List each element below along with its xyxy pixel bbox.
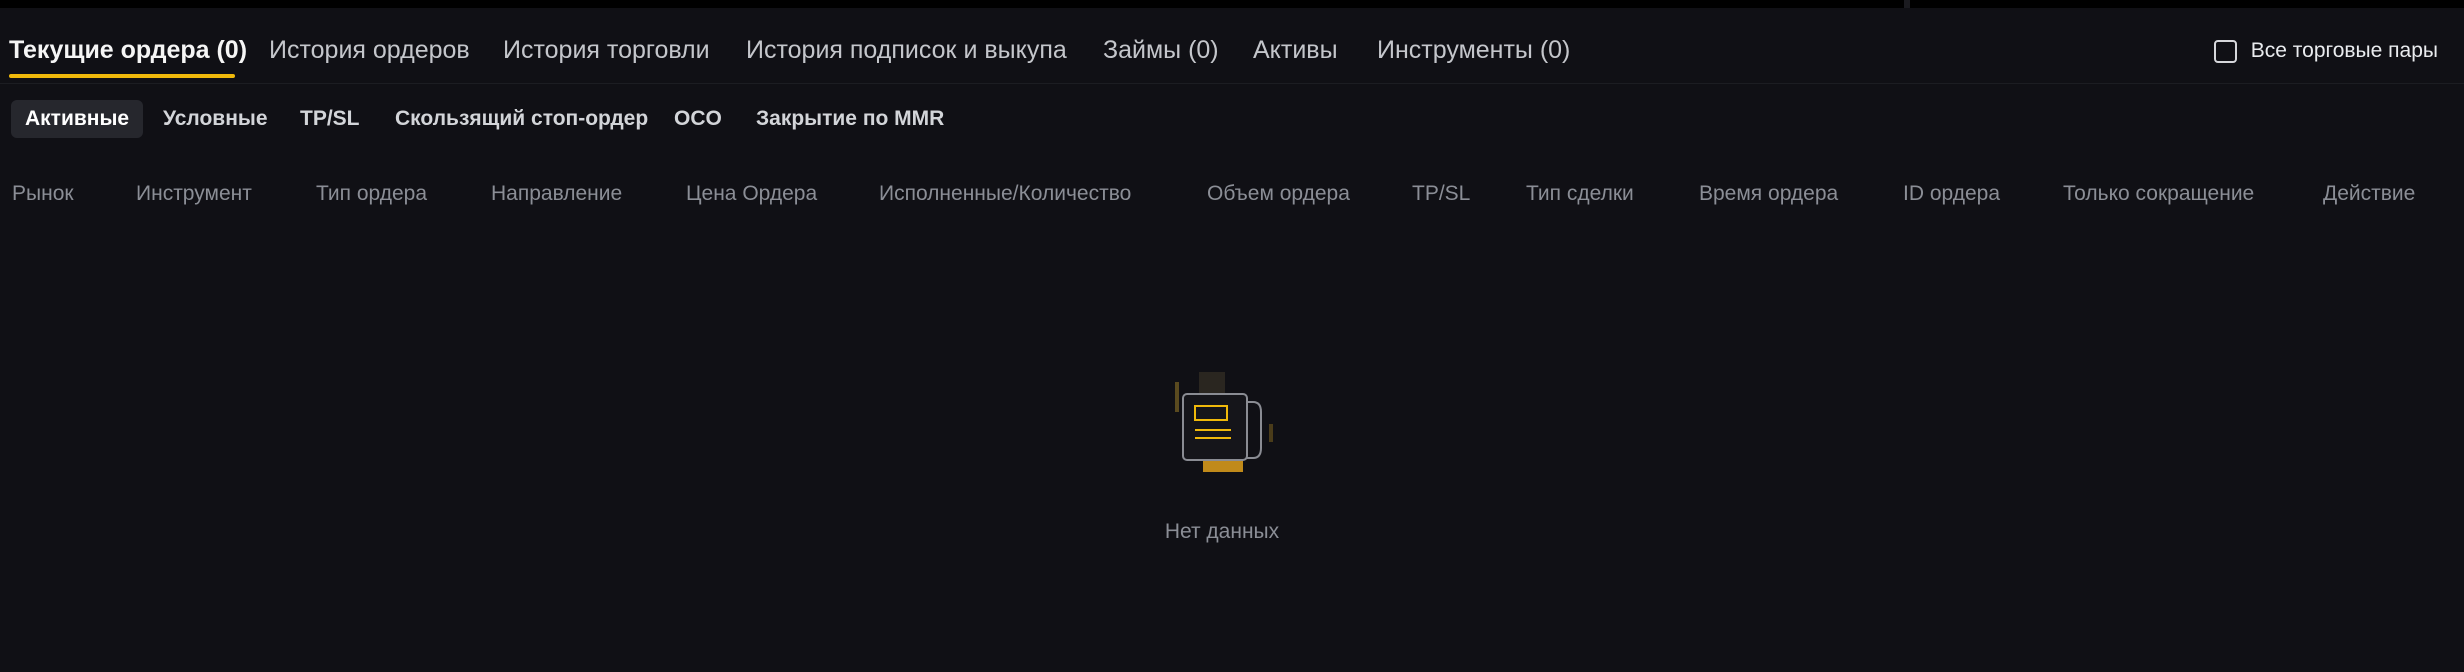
tab-instruments[interactable]: Инструменты (0)	[1377, 28, 1570, 72]
column-header-tpsl: TP/SL	[1412, 182, 1471, 205]
all-pairs-toggle[interactable]: Все торговые пары	[2213, 36, 2438, 66]
column-header-instrument: Инструмент	[136, 182, 252, 205]
subtab-trailing-stop[interactable]: Скользящий стоп-ордер	[395, 100, 648, 138]
column-header-filled-quantity: Исполненные/Количество	[879, 182, 1132, 205]
no-data-icon	[1175, 372, 1273, 472]
subtab-tpsl[interactable]: TP/SL	[300, 100, 360, 138]
tab-trade-history[interactable]: История торговли	[503, 28, 710, 72]
all-pairs-checkbox[interactable]	[2213, 39, 2237, 63]
column-header-market: Рынок	[12, 182, 74, 205]
column-header-action: Действие	[2323, 182, 2416, 205]
main-tabs: Текущие ордера (0) История ордеров Истор…	[0, 8, 2464, 84]
active-tab-indicator	[9, 74, 235, 78]
tab-loans[interactable]: Займы (0)	[1103, 28, 1219, 72]
empty-state: Нет данных	[1100, 372, 1344, 562]
column-header-order-volume: Объем ордера	[1207, 182, 1350, 205]
column-header-reduce-only: Только сокращение	[2063, 182, 2255, 205]
subtab-active[interactable]: Активные	[11, 100, 144, 138]
window-top-border	[0, 0, 2464, 8]
tab-assets[interactable]: Активы	[1253, 28, 1338, 72]
tab-order-history[interactable]: История ордеров	[269, 28, 470, 72]
tab-current-orders[interactable]: Текущие ордера (0)	[9, 28, 247, 72]
window-divider	[1904, 0, 1910, 8]
all-pairs-label: Все торговые пары	[2250, 39, 2438, 62]
tab-subscription-history[interactable]: История подписок и выкупа	[746, 28, 1067, 72]
subtab-oco[interactable]: OCO	[674, 100, 722, 138]
empty-state-text: Нет данных	[1164, 520, 1280, 543]
column-header-order-type: Тип ордера	[316, 182, 428, 205]
subtab-mmr-close[interactable]: Закрытие по MMR	[756, 100, 944, 138]
subtab-conditional[interactable]: Условные	[163, 100, 268, 138]
column-header-trade-type: Тип сделки	[1526, 182, 1634, 205]
column-header-order-time: Время ордера	[1699, 182, 1839, 205]
column-header-direction: Направление	[491, 182, 623, 205]
column-header-order-price: Цена Ордера	[686, 182, 818, 205]
column-header-order-id: ID ордера	[1903, 182, 2001, 205]
